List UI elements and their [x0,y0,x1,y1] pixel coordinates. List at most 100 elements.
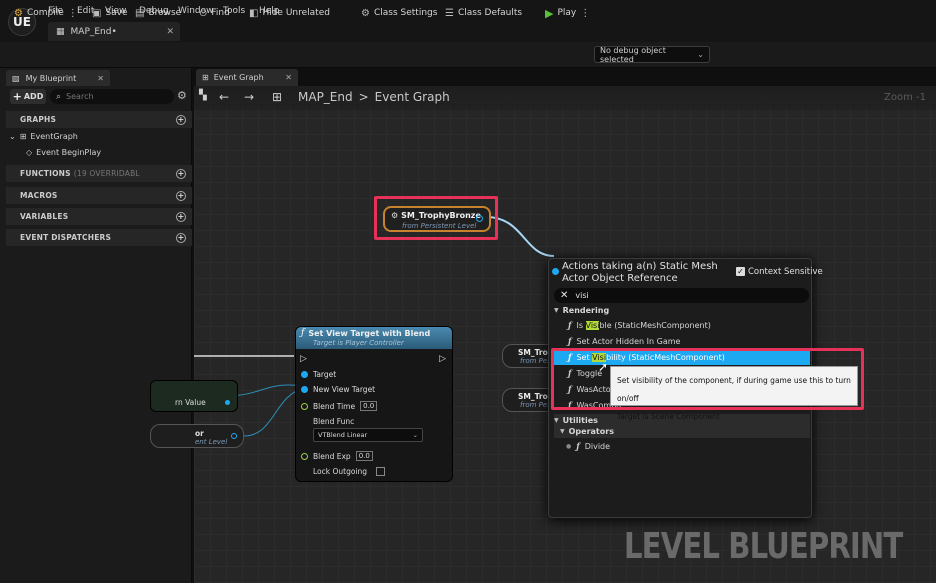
gear-icon: ⚙ [361,7,370,19]
operators-label: Operators [568,427,614,436]
variables-section-header[interactable]: VARIABLES + [6,208,192,225]
collapse-arrow-icon: ▼ [554,417,559,424]
tree-item-event-graph[interactable]: ⌄ ⊞ EventGraph [9,132,78,141]
collapse-arrow-icon[interactable]: ⌄ [9,132,16,141]
more-options-icon[interactable]: ⋮ [68,8,78,19]
save-button[interactable]: ▣ Save [92,5,128,21]
target-pin[interactable] [301,371,308,378]
dispatchers-section-header[interactable]: EVENT DISPATCHERS + [6,229,192,246]
close-tab-icon[interactable]: ✕ [285,73,292,82]
play-icon: ▶ [545,6,554,20]
close-tab-icon[interactable]: ✕ [97,74,104,83]
add-variable-icon[interactable]: + [176,211,186,222]
clear-search-icon[interactable]: ✕ [560,290,568,301]
folder-icon: ▤ [135,7,145,19]
my-blueprint-tab[interactable]: ▨ My Blueprint ✕ [6,70,110,86]
add-dispatcher-icon[interactable]: + [176,232,186,243]
save-label: Save [105,8,128,18]
partial-actor-pin[interactable] [231,433,237,439]
binoculars-icon: ⊙ [199,7,208,19]
plus-icon: + [12,90,22,103]
blend-time-pin[interactable] [301,402,308,410]
pin-target[interactable]: Target [301,370,336,379]
compile-button[interactable]: ⚙ Compile ⋮ [14,5,78,21]
blend-exp-label: Blend Exp [313,451,351,461]
class-settings-button[interactable]: ⚙ Class Settings [361,5,437,21]
play-options-icon[interactable]: ⋮ [580,8,590,19]
return-value-label: rn Value [175,398,206,407]
event-diamond-icon: ◇ [26,148,33,157]
add-button[interactable]: + ADD [10,89,46,104]
blend-time-value[interactable]: 0.0 [360,401,378,411]
document-tab[interactable]: ▦ MAP_End• ✕ [48,22,180,41]
is-visible-highlight: Visi [585,320,600,330]
action-is-visible[interactable]: ƒ Is Visible (StaticMeshComponent) [568,320,711,330]
my-blueprint-panel [0,68,192,583]
pin-blend-exp[interactable]: Blend Exp 0.0 [301,451,373,461]
category-operators[interactable]: ▼ Operators [560,427,614,436]
functions-label: FUNCTIONS [20,169,71,178]
toolbar [0,42,936,68]
document-tab-label: MAP_End• [70,26,117,37]
event-graph-icon: ⊞ [19,132,27,141]
action-search[interactable]: ✕ [554,288,809,303]
category-utilities[interactable]: ▼ Utilities [554,416,598,425]
pin-new-view-target[interactable]: New View Target [301,385,375,394]
hide-unrelated-label: Hide Unrelated [262,8,330,18]
return-value-pin[interactable] [225,400,230,405]
close-tab-icon[interactable]: ✕ [166,27,174,37]
blueprint-search-input[interactable] [66,92,163,101]
blend-func-dropdown[interactable]: VTBlend Linear ⌄ [313,428,423,442]
exec-in-pin[interactable]: ▷ [300,354,307,364]
graphs-section-header[interactable]: GRAPHS + [6,111,192,128]
tree-item-begin-play[interactable]: ◇ Event BeginPlay [26,148,101,157]
blend-func-label: Blend Func [313,417,355,426]
context-sensitive-checkbox[interactable]: ✓ [736,267,745,276]
chevron-down-icon: ⌄ [697,50,704,59]
macros-section-header[interactable]: MACROS + [6,187,192,204]
collapse-arrow-icon: ▼ [554,307,559,314]
blend-exp-pin[interactable] [301,452,308,460]
action-divide[interactable]: ● ƒ Divide [566,441,610,451]
action-menu-title: Actions taking a(n) Static Mesh Actor Ob… [562,261,718,284]
blueprint-search[interactable]: ⌕ [50,89,174,104]
hide-unrelated-button[interactable]: ◧ Hide Unrelated [249,5,330,21]
debug-object-select[interactable]: No debug object selected ⌄ [594,45,710,64]
tab-event-graph[interactable]: ⊞ Event Graph ✕ [196,69,298,86]
compile-icon: ⚙ [14,7,23,19]
begin-play-label: Event BeginPlay [36,148,102,157]
object-reference-pin-icon [552,268,559,275]
pin-lock-outgoing[interactable]: Lock Outgoing [313,467,386,476]
play-button[interactable]: ▶ Play ⋮ [545,5,590,21]
class-defaults-button[interactable]: ☰ Class Defaults [445,5,522,21]
blueprint-tab-icon: ▨ [12,73,20,83]
exec-out-pin[interactable]: ▷ [439,354,446,364]
category-rendering[interactable]: ▼ Rendering [554,306,609,315]
functions-section-header[interactable]: FUNCTIONS (19 OVERRIDABL + [6,165,192,182]
collapse-arrow-icon: ▼ [560,428,565,435]
function-icon: ƒ [568,336,572,346]
partial-node-return[interactable]: rn Value [150,380,238,412]
lock-outgoing-checkbox[interactable] [376,467,386,476]
add-macro-icon[interactable]: + [176,190,186,201]
partial-actor-node[interactable]: or ent Level [150,424,244,448]
function-icon: ƒ [576,441,580,451]
pin-blend-time[interactable]: Blend Time 0.0 [301,401,378,411]
blend-time-label: Blend Time [313,401,356,411]
action-set-actor-hidden[interactable]: ƒ Set Actor Hidden In Game [568,336,680,346]
action-search-input[interactable] [575,291,776,300]
browse-button[interactable]: ▤ Browse [135,5,181,21]
add-function-icon[interactable]: + [176,168,186,179]
search-icon: ⌕ [56,91,62,102]
new-view-target-label: New View Target [313,385,376,394]
bullet-icon: ● [566,442,572,450]
functions-hint: (19 OVERRIDABL [73,169,140,178]
blend-exp-value[interactable]: 0.0 [355,451,373,461]
debug-object-value: No debug object selected [600,45,666,64]
set-view-target-node[interactable]: ƒ Set View Target with Blend Target is P… [295,326,453,482]
new-view-target-pin[interactable] [301,386,308,393]
find-button[interactable]: ⊙ Find [199,5,230,21]
settings-gear-icon[interactable]: ⚙ [177,89,187,102]
add-graph-icon[interactable]: + [176,114,186,125]
hidden-in-game-label: Set Actor Hidden In Game [576,336,681,346]
